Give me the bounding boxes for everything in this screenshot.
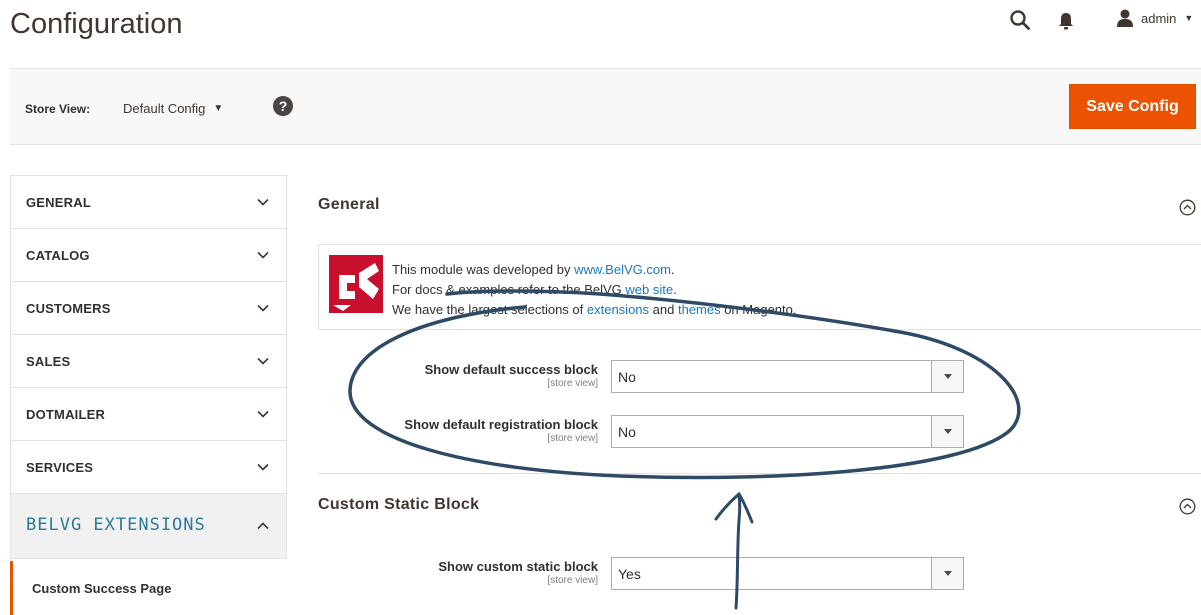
caret-down-icon: ▼ [1184,13,1194,23]
caret-down-icon: ▼ [213,103,224,114]
chevron-down-icon [257,198,269,206]
scope-label: [store view] [547,575,598,586]
field-label: Show default success block [store view] [425,362,598,389]
sidebar-subitem-custom-success-page[interactable]: Custom Success Page [10,561,287,615]
bell-icon[interactable] [1055,10,1077,32]
field-label-text: Show default registration block [404,417,598,432]
sidebar-item-general[interactable]: GENERAL [10,175,287,228]
section-divider [318,473,1201,474]
show-default-success-block-select[interactable]: No [611,360,964,393]
module-info-box: This module was developed by www.BelVG.c… [318,244,1201,330]
select-value: Yes [618,566,641,582]
store-view-switcher[interactable]: Default Config ▼ [123,101,223,116]
section-title-general[interactable]: General [318,196,380,214]
web-site-link[interactable]: web site [625,282,673,297]
collapse-circle-icon[interactable] [1179,199,1196,216]
info-text: This module was developed by [392,262,575,277]
sidebar-item-label: CATALOG [26,248,90,263]
dropdown-arrow-icon[interactable] [931,361,963,392]
select-value: No [618,424,636,440]
user-icon [1117,9,1133,27]
annotation-arrow-shaft [734,493,742,610]
belvg-site-link[interactable]: www.BelVG.com [574,262,671,277]
sidebar-item-sales[interactable]: SALES [10,334,287,387]
save-config-button[interactable]: Save Config [1069,84,1196,129]
info-text: on Magento. [720,302,797,317]
field-show-custom-static-block: Show custom static block [store view] Ye… [318,557,978,591]
sidebar-item-belvg-extensions[interactable]: BELVG EXTENSIONS [10,493,287,559]
sidebar-item-label: GENERAL [26,195,91,210]
search-icon[interactable] [1009,9,1031,31]
info-line-1: This module was developed by www.BelVG.c… [392,260,796,280]
sidebar-item-label: SALES [26,354,71,369]
sidebar-item-customers[interactable]: CUSTOMERS [10,281,287,334]
field-label-text: Show default success block [424,362,598,377]
dropdown-arrow-icon[interactable] [931,416,963,447]
info-text: . [670,262,675,277]
chevron-down-icon [257,463,269,471]
config-sidebar: GENERAL CATALOG CUSTOMERS SALES DOTMAILE… [10,175,287,559]
sidebar-item-catalog[interactable]: CATALOG [10,228,287,281]
module-info-text: This module was developed by www.BelVG.c… [392,260,796,320]
store-view-label: Store View: [25,102,91,116]
sidebar-item-label: CUSTOMERS [26,301,111,316]
chevron-down-icon [257,251,269,259]
sidebar-item-dotmailer[interactable]: DOTMAILER [10,387,287,440]
show-default-registration-block-select[interactable]: No [611,415,964,448]
sidebar-item-label: BELVG EXTENSIONS [26,515,206,535]
help-icon[interactable]: ? [273,96,293,116]
info-text: and [649,302,678,317]
sidebar-item-services[interactable]: SERVICES [10,440,287,493]
themes-link[interactable]: themes [678,302,721,317]
field-label: Show custom static block [store view] [438,559,598,586]
sidebar-item-label: SERVICES [26,460,94,475]
admin-label: admin [1141,10,1177,26]
page-title: Configuration [10,8,183,40]
chevron-up-icon [257,522,269,530]
annotation-arrow-head [714,491,754,524]
admin-menu[interactable]: admin ▼ [1115,8,1195,28]
store-view-bar: Store View: Default Config ▼ ? Save Conf… [10,68,1201,145]
field-label-text: Show custom static block [438,559,598,574]
belvg-logo [329,255,383,313]
info-line-2: For docs & examples refer to the BelVG w… [392,280,796,300]
sidebar-item-label: DOTMAILER [26,407,106,422]
collapse-circle-icon[interactable] [1179,498,1196,515]
field-show-default-success-block: Show default success block [store view] … [318,360,978,394]
field-show-default-registration-block: Show default registration block [store v… [318,415,978,449]
extensions-link[interactable]: extensions [587,302,649,317]
chevron-down-icon [257,357,269,365]
field-label: Show default registration block [store v… [404,417,598,444]
info-text: We have the largest selections of [392,302,587,317]
show-custom-static-block-select[interactable]: Yes [611,557,964,590]
info-line-3: We have the largest selections of extens… [392,300,796,320]
scope-label: [store view] [547,378,598,389]
chevron-down-icon [257,410,269,418]
chevron-down-icon [257,304,269,312]
select-value: No [618,369,636,385]
section-title-custom-static-block[interactable]: Custom Static Block [318,496,479,514]
dropdown-arrow-icon[interactable] [931,558,963,589]
scope-label: [store view] [547,433,598,444]
info-text: For docs & examples refer to the BelVG [392,282,626,297]
sidebar-subitem-label: Custom Success Page [32,581,172,596]
store-view-value: Default Config [123,101,206,116]
info-text: . [673,282,677,297]
